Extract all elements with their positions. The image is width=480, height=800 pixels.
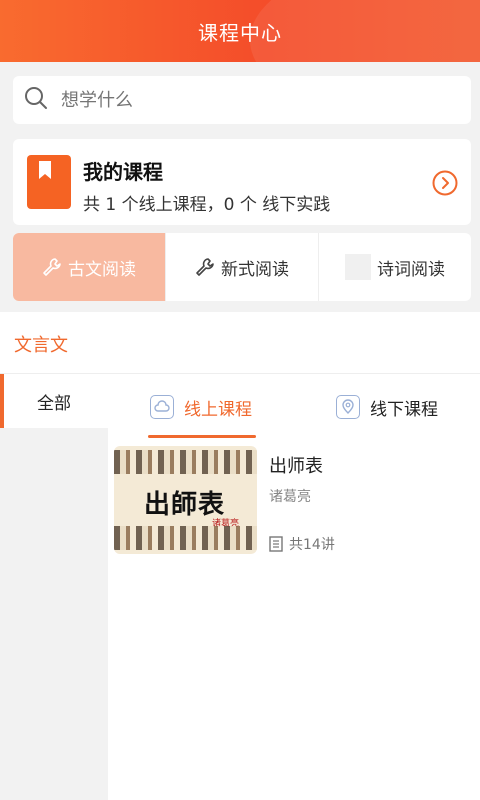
course-item[interactable]: 出師表 诸葛亮 出师表 诸葛亮 共14讲	[114, 446, 474, 556]
tab-label: 线上课程	[184, 399, 252, 420]
bookmark-icon	[27, 155, 71, 209]
section-tab-bar: 文言文	[0, 312, 480, 374]
category-label: 古文阅读	[68, 259, 136, 280]
category-new-reading[interactable]: 新式阅读	[166, 233, 319, 301]
course-list-panel: 线上课程 线下课程 出師表 诸葛亮 出师表 诸葛亮 共14讲	[108, 374, 480, 800]
tab-online-courses[interactable]: 线上课程	[108, 374, 294, 440]
search-input[interactable]	[61, 89, 441, 111]
chevron-right-icon[interactable]	[432, 170, 458, 196]
category-label: 诗词阅读	[377, 259, 445, 280]
my-course-card[interactable]: 我的课程 共 1 个线上课程，0 个 线下实践	[13, 139, 471, 225]
page-title: 课程中心	[198, 20, 282, 45]
cloud-icon	[150, 395, 174, 419]
thumbnail-border	[114, 526, 257, 550]
thumbnail-border	[114, 450, 257, 474]
category-ancient-reading[interactable]: 古文阅读	[13, 233, 166, 301]
wrench-icon	[42, 257, 62, 277]
sidebar: 全部	[0, 374, 108, 800]
course-thumbnail: 出師表 诸葛亮	[114, 446, 257, 554]
tab-offline-courses[interactable]: 线下课程	[294, 374, 480, 440]
search-bar[interactable]	[13, 76, 471, 124]
course-type-tabs: 线上课程 线下课程	[108, 374, 480, 440]
category-tabs: 古文阅读 新式阅读 诗词阅读	[13, 233, 471, 301]
active-tab-indicator	[148, 435, 256, 438]
category-poetry-reading[interactable]: 诗词阅读	[319, 233, 471, 301]
course-author: 诸葛亮	[269, 489, 311, 505]
sidebar-item-label: 全部	[37, 393, 71, 414]
search-icon	[23, 85, 49, 115]
course-name: 出师表	[269, 456, 323, 477]
location-icon	[336, 395, 360, 419]
lesson-count: 共14讲	[269, 534, 335, 554]
my-course-title: 我的课程	[83, 160, 163, 184]
image-placeholder-icon	[345, 254, 371, 280]
lesson-count-label: 共14讲	[289, 537, 335, 553]
category-label: 新式阅读	[221, 259, 289, 280]
app-header: 课程中心	[0, 0, 480, 62]
tab-label: 线下课程	[370, 399, 438, 420]
list-icon	[269, 536, 283, 552]
my-course-summary: 共 1 个线上课程，0 个 线下实践	[83, 195, 331, 215]
wrench-icon	[195, 257, 215, 277]
section-tab-classical-chinese[interactable]: 文言文	[14, 331, 68, 357]
sidebar-item-all[interactable]: 全部	[0, 374, 108, 428]
